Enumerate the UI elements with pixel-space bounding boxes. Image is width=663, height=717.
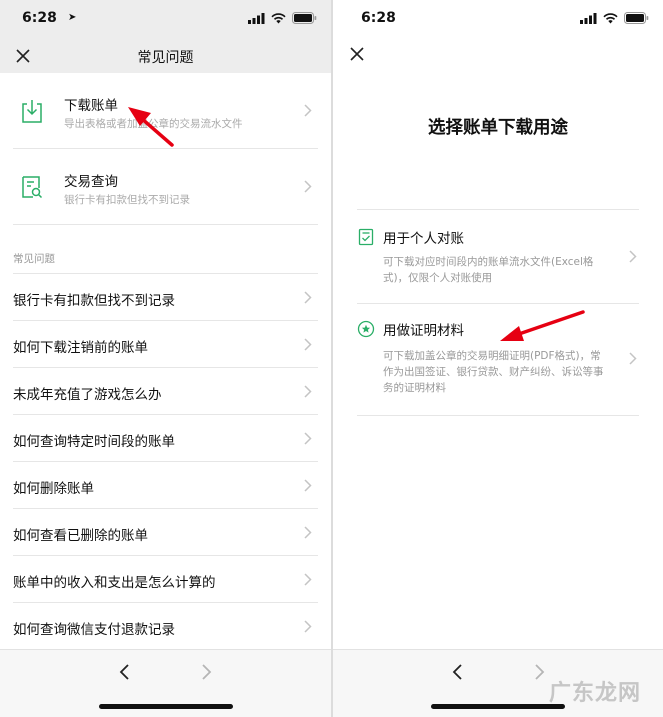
option-title: 用于个人对账: [383, 231, 464, 247]
chevron-right-icon: [304, 180, 312, 193]
list-item[interactable]: 如何下载注销前的账单: [0, 321, 331, 368]
list-item[interactable]: 如何查询微信支付退款记录: [0, 603, 331, 650]
browser-toolbar: [0, 649, 331, 717]
featured-item-subtitle: 导出表格或者加盖公章的交易流水文件: [64, 118, 243, 130]
chevron-right-icon: [304, 526, 312, 539]
status-time: 6:28: [361, 10, 396, 26]
signal-icon: [580, 12, 597, 24]
home-indicator[interactable]: [98, 704, 233, 709]
list-item[interactable]: 如何查看已删除的账单: [0, 509, 331, 556]
question-text: 银行卡有扣款但找不到记录: [13, 293, 175, 309]
divider: [357, 415, 639, 416]
divider: [13, 224, 318, 225]
battery-icon: [292, 12, 317, 24]
list-item[interactable]: 未成年充值了游戏怎么办: [0, 368, 331, 415]
chevron-right-icon: [304, 385, 312, 398]
chevron-right-icon: [304, 432, 312, 445]
status-bar: 6:28: [333, 0, 663, 40]
question-text: 如何下载注销前的账单: [13, 340, 148, 356]
chevron-right-icon: [304, 291, 312, 304]
question-text: 如何查询微信支付退款记录: [13, 622, 175, 638]
chevron-left-icon: [452, 664, 462, 680]
featured-item-subtitle: 银行卡有扣款但找不到记录: [64, 194, 190, 206]
close-icon: [350, 47, 364, 61]
watermark-text: 广东龙网: [548, 680, 641, 706]
search-document-icon: [20, 174, 44, 200]
status-time: 6:28: [22, 10, 57, 26]
chevron-right-icon: [202, 664, 212, 680]
status-icons: [580, 12, 649, 24]
option-description: 可下载对应时间段内的账单流水文件(Excel格式)，仅限个人对账使用: [383, 256, 594, 284]
close-button[interactable]: [348, 45, 366, 63]
checklist-icon: [357, 228, 375, 246]
faq-screen: 6:28 ➤ 常见问题 下载账单 导出表格或者加盖公章的交易流水文件 交易查询 …: [0, 0, 331, 717]
list-item[interactable]: 如何删除账单: [0, 462, 331, 509]
chevron-right-icon: [304, 338, 312, 351]
chevron-right-icon: [629, 352, 637, 365]
option-title: 用做证明材料: [383, 323, 464, 339]
question-text: 账单中的收入和支出是怎么计算的: [13, 575, 216, 591]
download-icon: [20, 98, 44, 124]
chevron-right-icon: [629, 250, 637, 263]
list-item[interactable]: 如何查询特定时间段的账单: [0, 415, 331, 462]
option-proof-material[interactable]: 用做证明材料 可下载加盖公章的交易明细证明(PDF格式)，常作为出国签证、银行贷…: [357, 304, 639, 415]
question-text: 如何查看已删除的账单: [13, 528, 148, 544]
question-text: 如何删除账单: [13, 481, 94, 497]
back-button[interactable]: [451, 662, 465, 682]
chevron-right-icon: [304, 479, 312, 492]
option-description: 可下载加盖公章的交易明细证明(PDF格式)，常作为出国签证、银行贷款、财产纠纷、…: [383, 350, 604, 394]
question-text: 如何查询特定时间段的账单: [13, 434, 175, 450]
bill-purpose-screen: 6:28 选择账单下载用途 用于个人对账 可下载对应时间段内的账单流水文件(Ex…: [333, 0, 663, 717]
chevron-right-icon: [304, 573, 312, 586]
forward-button[interactable]: [532, 662, 546, 682]
wifi-icon: [271, 12, 286, 23]
home-indicator[interactable]: [431, 704, 565, 709]
location-arrow-icon: ➤: [68, 12, 77, 23]
question-text: 未成年充值了游戏怎么办: [13, 387, 162, 403]
featured-item-title: 下载账单: [64, 98, 118, 114]
signal-icon: [248, 12, 265, 24]
status-icons: [248, 12, 317, 24]
featured-item-transaction-query[interactable]: 交易查询 银行卡有扣款但找不到记录: [0, 149, 331, 224]
featured-item-download-bill[interactable]: 下载账单 导出表格或者加盖公章的交易流水文件: [0, 73, 331, 148]
featured-item-title: 交易查询: [64, 174, 118, 190]
option-personal-reconciliation[interactable]: 用于个人对账 可下载对应时间段内的账单流水文件(Excel格式)，仅限个人对账使…: [357, 210, 639, 303]
wifi-icon: [603, 12, 618, 23]
chevron-left-icon: [119, 664, 129, 680]
list-item[interactable]: 账单中的收入和支出是怎么计算的: [0, 556, 331, 603]
chevron-right-icon: [304, 104, 312, 117]
page-title: 选择账单下载用途: [428, 118, 568, 138]
battery-icon: [624, 12, 649, 24]
status-bar: 6:28 ➤: [0, 0, 331, 40]
page-title: 常见问题: [137, 50, 194, 66]
star-badge-icon: [357, 320, 375, 338]
chevron-right-icon: [535, 664, 545, 680]
list-item[interactable]: 银行卡有扣款但找不到记录: [0, 274, 331, 321]
section-label: 常见问题: [13, 253, 55, 265]
forward-button[interactable]: [199, 662, 213, 682]
chevron-right-icon: [304, 620, 312, 633]
back-button[interactable]: [118, 662, 132, 682]
